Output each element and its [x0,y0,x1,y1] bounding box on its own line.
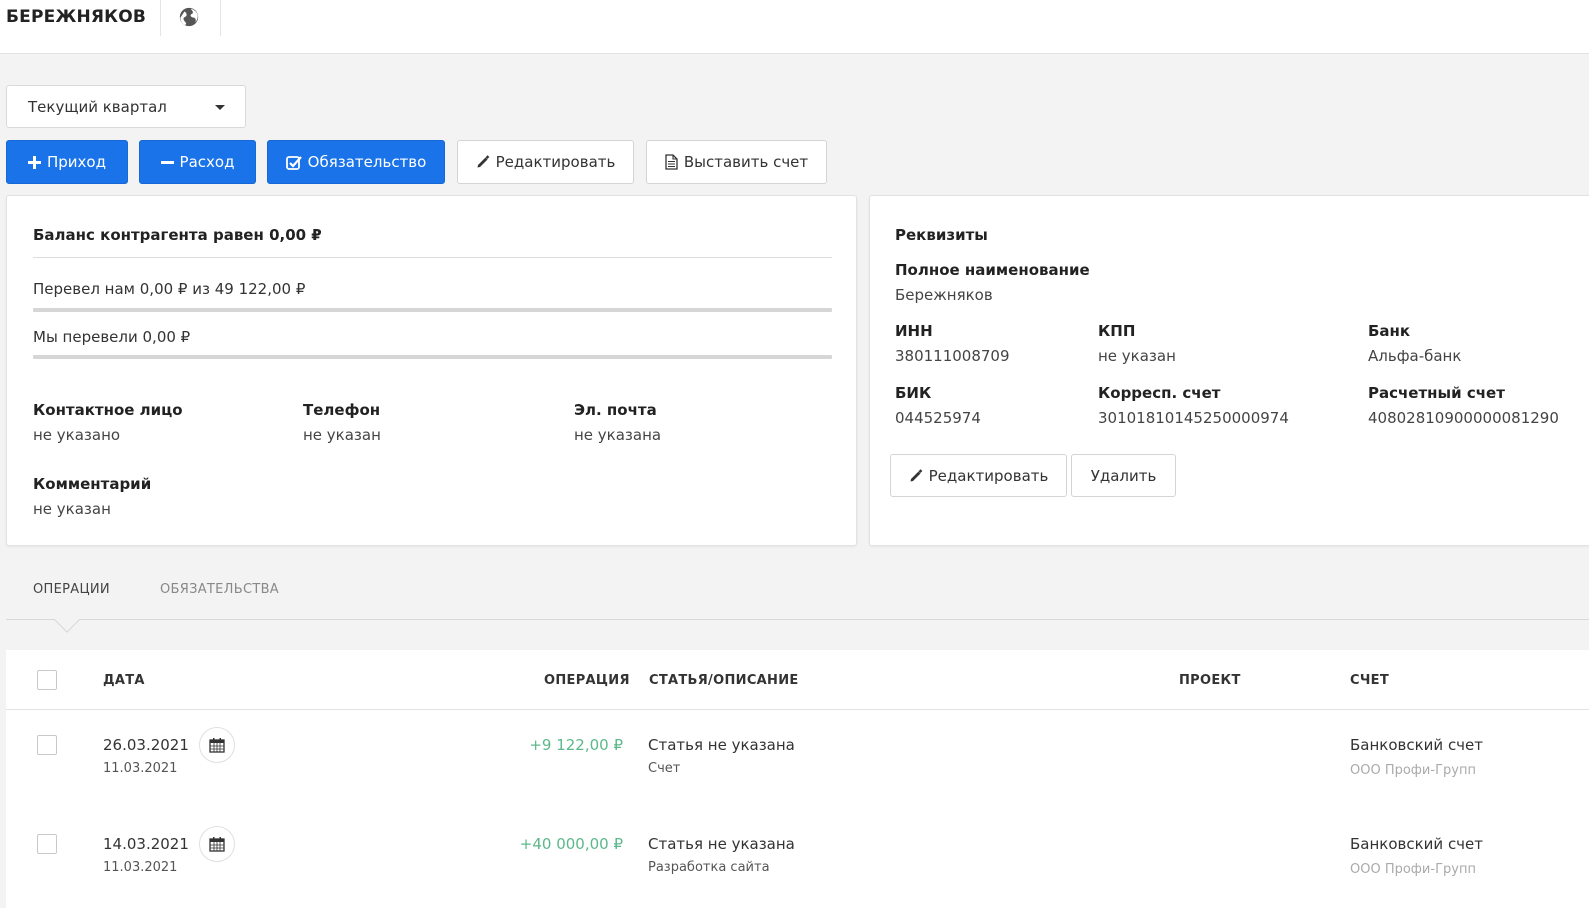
row-description: Статья не указана [648,736,795,754]
corr-account-label: Корресп. счет [1098,384,1221,402]
requisites-card: Реквизиты Полное наименование Бережняков… [869,195,1589,546]
received-progress-bar [33,308,832,312]
column-header-account[interactable]: СЧЕТ [1350,673,1389,688]
full-name-label: Полное наименование [895,261,1090,279]
select-all-checkbox[interactable] [37,670,57,690]
calendar-icon[interactable] [199,727,235,763]
bank-label: Банк [1368,322,1411,340]
edit-button-label: Редактировать [495,153,616,171]
invoice-button[interactable]: Выставить счет [646,140,827,184]
row-account: Банковский счет [1350,736,1484,754]
row-date-sub: 11.03.2021 [103,761,178,776]
divider [6,709,1589,710]
inn-value: 380111008709 [895,347,1010,365]
requisites-delete-label: Удалить [1090,466,1157,485]
divider [220,0,221,36]
row-description-sub: Разработка сайта [648,860,770,875]
pencil-icon [477,155,489,168]
active-tab-indicator [54,607,80,633]
tab-operations[interactable]: ОПЕРАЦИИ [33,582,110,597]
operations-table: ДАТА ОПЕРАЦИЯ СТАТЬЯ/ОПИСАНИЕ ПРОЕКТ СЧЕ… [6,650,1589,908]
row-account-sub: ООО Профи-Групп [1350,862,1476,877]
income-button-label: Приход [47,153,106,171]
kpp-value: не указан [1098,347,1176,365]
requisites-delete-button[interactable]: Удалить [1071,454,1176,497]
top-bar: БЕРЕЖНЯКОВ [0,0,1589,54]
phone-value: не указан [303,426,381,444]
page-title: БЕРЕЖНЯКОВ [6,7,147,27]
pencil-icon [910,468,922,481]
obligation-button-label: Обязательство [307,153,427,171]
contact-person-label: Контактное лицо [33,401,183,419]
sent-text: Мы перевели 0,00 ₽ [33,328,191,346]
bik-value: 044525974 [895,409,981,427]
row-description-sub: Счет [648,761,681,776]
received-text: Перевел нам 0,00 ₽ из 49 122,00 ₽ [33,280,306,298]
expense-button[interactable]: Расход [139,140,256,184]
row-account: Банковский счет [1350,835,1484,853]
globe-icon[interactable] [178,6,200,28]
expense-button-label: Расход [179,153,235,171]
period-select[interactable]: Текущий квартал [6,85,246,128]
column-header-description[interactable]: СТАТЬЯ/ОПИСАНИЕ [649,673,799,688]
tab-obligations[interactable]: ОБЯЗАТЕЛЬСТВА [160,582,279,597]
minus-icon [160,160,174,164]
tabs-bar: ОПЕРАЦИИ ОБЯЗАТЕЛЬСТВА [6,560,1589,633]
income-button[interactable]: Приход [6,140,128,184]
row-date-sub: 11.03.2021 [103,860,178,875]
phone-label: Телефон [303,401,381,419]
divider [160,0,161,36]
divider [33,257,832,258]
edit-button[interactable]: Редактировать [457,140,634,184]
obligation-button[interactable]: Обязательство [267,140,445,184]
row-amount: +40 000,00 ₽ [519,835,623,853]
email-label: Эл. почта [574,401,657,419]
corr-account-value: 30101810145250000974 [1098,409,1289,427]
kpp-label: КПП [1098,322,1136,340]
invoice-button-label: Выставить счет [683,153,809,171]
plus-icon [28,155,41,169]
balance-title: Баланс контрагента равен 0,00 ₽ [33,226,322,244]
period-select-value: Текущий квартал [28,98,167,116]
row-description: Статья не указана [648,835,795,853]
column-header-project[interactable]: ПРОЕКТ [1179,673,1241,688]
settlement-account-value: 40802810900000081290 [1368,409,1559,427]
column-header-date[interactable]: ДАТА [103,673,145,688]
requisites-edit-label: Редактировать [928,466,1049,485]
row-amount: +9 122,00 ₽ [529,736,623,754]
inn-label: ИНН [895,322,933,340]
email-value: не указана [574,426,662,444]
full-name-value: Бережняков [895,286,993,304]
bank-value: Альфа-банк [1368,347,1462,365]
row-account-sub: ООО Профи-Групп [1350,763,1476,778]
bik-label: БИК [895,384,932,402]
requisites-title: Реквизиты [895,226,988,244]
row-checkbox[interactable] [37,735,57,755]
column-header-operation[interactable]: ОПЕРАЦИЯ [544,673,630,688]
row-date: 14.03.2021 [103,835,189,853]
comment-value: не указан [33,500,111,518]
sent-progress-bar [33,355,832,359]
balance-card: Баланс контрагента равен 0,00 ₽ Перевел … [6,195,857,546]
row-date: 26.03.2021 [103,736,189,754]
check-square-icon [285,155,302,170]
calendar-icon[interactable] [199,826,235,862]
settlement-account-label: Расчетный счет [1368,384,1505,402]
requisites-edit-button[interactable]: Редактировать [890,454,1067,497]
contact-person-value: не указано [33,426,121,444]
caret-down-icon [215,105,225,110]
comment-label: Комментарий [33,475,152,493]
file-text-icon [665,154,678,170]
row-checkbox[interactable] [37,834,57,854]
